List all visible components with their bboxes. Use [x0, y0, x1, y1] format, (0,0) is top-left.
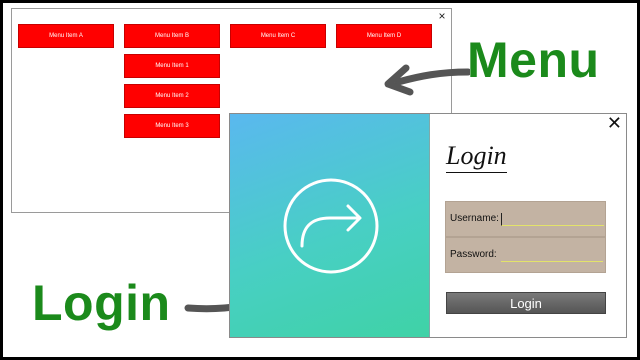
- login-brand-panel: [230, 114, 430, 337]
- menu-item-c-button[interactable]: Menu Item C: [230, 24, 326, 48]
- menu-close-button[interactable]: ×: [436, 10, 448, 22]
- login-button[interactable]: Login: [446, 292, 606, 314]
- username-label: Username:: [450, 213, 499, 224]
- password-field-box: Password:: [445, 237, 606, 273]
- login-window: ✕ Login Username: Password: Login: [229, 113, 627, 338]
- login-caption: Login: [32, 275, 171, 331]
- menu-item-b-button[interactable]: Menu Item B: [124, 24, 220, 48]
- menu-item-d-button[interactable]: Menu Item D: [336, 24, 432, 48]
- login-title: Login: [446, 141, 507, 173]
- username-input[interactable]: [501, 213, 604, 226]
- username-field-box: Username:: [445, 201, 606, 237]
- arrow-left-icon: [384, 64, 470, 96]
- password-input[interactable]: [501, 249, 603, 262]
- password-label: Password:: [450, 249, 497, 260]
- menu-item-a-button[interactable]: Menu Item A: [18, 24, 114, 48]
- login-close-button[interactable]: ✕: [607, 114, 622, 132]
- submenu-item-3-button[interactable]: Menu Item 3: [124, 114, 220, 138]
- login-form-panel: ✕ Login Username: Password: Login: [430, 114, 626, 337]
- menu-caption: Menu: [467, 32, 600, 88]
- submenu-item-2-button[interactable]: Menu Item 2: [124, 84, 220, 108]
- submenu-item-1-button[interactable]: Menu Item 1: [124, 54, 220, 78]
- arrow-right-circle-icon: [283, 178, 379, 274]
